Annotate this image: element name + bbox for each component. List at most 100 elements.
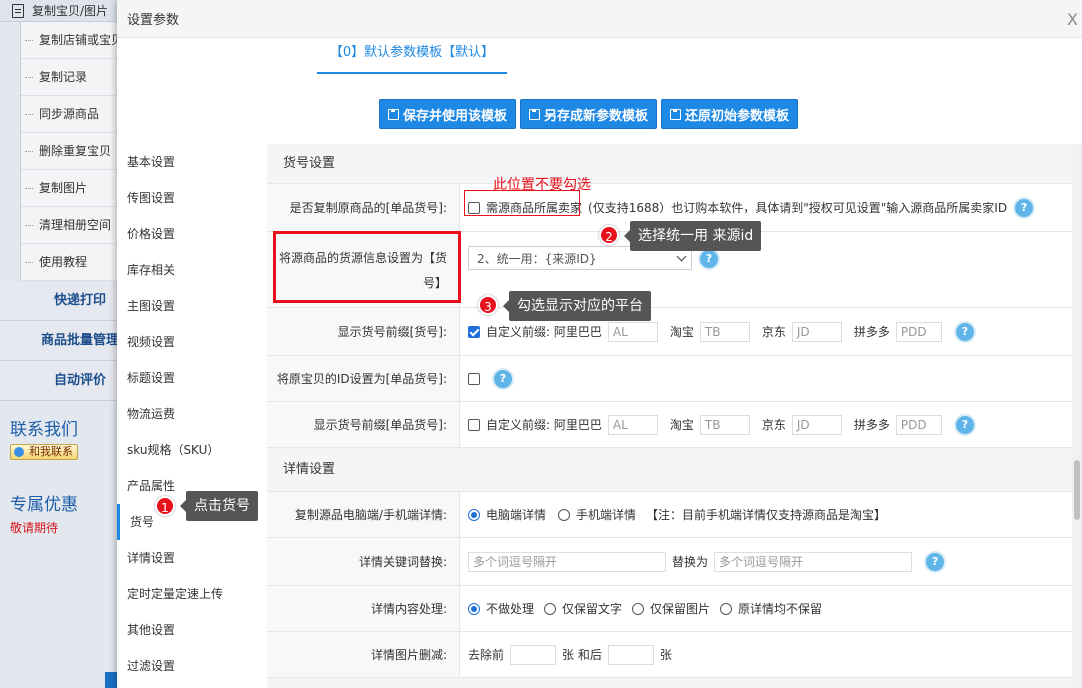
radio-no-process-label: 不做处理 xyxy=(486,602,535,616)
replacement-input[interactable]: 多个词逗号隔开 xyxy=(714,551,913,572)
prefix-tb-input[interactable]: TB xyxy=(699,321,750,342)
row-source-id: 将原宝贝的ID设置为[单品货号]: ? xyxy=(267,356,1072,402)
save-and-use-button[interactable]: 保存并使用该模板 xyxy=(379,99,517,129)
help-icon[interactable]: ? xyxy=(1013,196,1036,219)
section-title-detail: 详情设置 xyxy=(267,448,1072,492)
prefix-label: 自定义前缀: 阿里巴巴 xyxy=(486,418,602,432)
trim-back-input[interactable] xyxy=(607,644,654,665)
annotation-step2-tip: 选择统一用 来源id xyxy=(623,221,762,251)
tab-default-template[interactable]: 【0】默认参数模板【默认】 xyxy=(317,38,507,74)
platform-taobao-label: 淘宝 xyxy=(669,325,694,339)
menu-express-print[interactable]: 快递打印 xyxy=(0,281,120,321)
radio-text-only-label: 仅保留文字 xyxy=(562,602,623,616)
trim-mid: 张 和后 xyxy=(562,648,602,662)
annotation-note-top: 此位置不要勾选 xyxy=(493,177,591,193)
prefix-tb-input[interactable]: TB xyxy=(699,414,750,435)
copy-doc-icon xyxy=(12,3,24,18)
platform-jd-label: 京东 xyxy=(761,418,786,432)
help-icon[interactable]: ? xyxy=(953,413,976,436)
row-label: 将源商品的货源信息设置为【货 号】 xyxy=(267,232,460,307)
nav-item-stock[interactable]: 库存相关 xyxy=(117,252,267,288)
nav-item-price[interactable]: 价格设置 xyxy=(117,216,267,252)
source-label-line2: 号】 xyxy=(422,275,447,290)
keyword-input[interactable]: 多个词逗号隔开 xyxy=(468,551,666,572)
submenu-item[interactable]: 复制图片 xyxy=(21,170,120,207)
prefix-al-input[interactable]: AL xyxy=(607,414,658,435)
row-detail-image-trim: 详情图片删减: 去除前 张 和后 张 xyxy=(267,632,1072,678)
nav-item-scheduled-upload[interactable]: 定时定量定速上传 xyxy=(117,576,267,612)
row-show-prefix-single: 显示货号前缀[单品货号]: 自定义前缀: 阿里巴巴 AL 淘宝 TB 京东 JD… xyxy=(267,402,1072,448)
platform-pdd-label: 拼多多 xyxy=(853,418,890,432)
app-sidebar: 复制宝贝/图片 复制店铺或宝贝 复制记录 同步源商品 删除重复宝贝 复制图片 清… xyxy=(0,0,120,688)
section-title-huohao: 货号设置 xyxy=(267,144,1072,184)
close-icon[interactable]: X xyxy=(1067,10,1078,29)
content-scrollbar[interactable] xyxy=(1072,144,1082,688)
submenu-item[interactable]: 删除重复宝贝 xyxy=(21,133,120,170)
submenu-item[interactable]: 复制记录 xyxy=(21,59,120,96)
nav-item-shipping[interactable]: 物流运费 xyxy=(117,396,267,432)
help-icon[interactable]: ? xyxy=(924,550,947,573)
annotation-step1-badge: 1 xyxy=(155,496,175,516)
modal-header: 设置参数 X xyxy=(117,0,1082,38)
radio-mobile-detail[interactable] xyxy=(558,508,571,521)
radio-image-only-label: 仅保留图片 xyxy=(650,602,711,616)
radio-text-only[interactable] xyxy=(544,602,557,615)
show-prefix-checkbox[interactable] xyxy=(468,325,480,338)
template-actions: 保存并使用该模板 另存成新参数模板 还原初始参数模板 xyxy=(379,99,799,129)
nav-item-upload-image[interactable]: 传图设置 xyxy=(117,180,267,216)
row-value: 电脑端详情 手机端详情 【注：目前手机端详情仅支持源商品是淘宝】 xyxy=(460,492,1072,537)
help-icon[interactable]: ? xyxy=(492,367,514,390)
contact-button[interactable]: 和我联系 xyxy=(10,444,78,460)
copy-submenu: 复制店铺或宝贝 复制记录 同步源商品 删除重复宝贝 复制图片 清理相册空间 使用… xyxy=(20,22,120,281)
seller-checkbox[interactable] xyxy=(468,201,480,214)
save-icon xyxy=(388,108,399,120)
show-prefix-single-checkbox[interactable] xyxy=(468,418,480,431)
copy-menu-header[interactable]: 复制宝贝/图片 xyxy=(0,0,120,22)
annotation-step1-tip: 点击货号 xyxy=(180,491,258,521)
scrollbar-thumb[interactable] xyxy=(1074,460,1080,520)
radio-no-process[interactable] xyxy=(468,602,480,615)
nav-item-basic[interactable]: 基本设置 xyxy=(117,144,267,180)
submenu-item[interactable]: 使用教程 xyxy=(21,244,120,281)
row-label: 详情图片删减: xyxy=(267,632,460,677)
help-icon[interactable]: ? xyxy=(698,248,720,270)
prefix-pdd-input[interactable]: PDD xyxy=(895,414,942,435)
nav-item-title[interactable]: 标题设置 xyxy=(117,360,267,396)
trim-front-input[interactable] xyxy=(510,644,557,665)
nav-item-main-image[interactable]: 主图设置 xyxy=(117,288,267,324)
nav-item-sku[interactable]: sku规格（SKU） xyxy=(117,432,267,468)
settings-modal: 设置参数 X 【0】默认参数模板【默认】 保存并使用该模板 另存成新参数模板 还… xyxy=(117,0,1082,688)
prefix-jd-input[interactable]: JD xyxy=(791,321,842,342)
nav-item-filter[interactable]: 过滤设置 xyxy=(117,648,267,684)
save-as-new-button[interactable]: 另存成新参数模板 xyxy=(520,99,658,129)
submenu-item[interactable]: 复制店铺或宝贝 xyxy=(21,22,120,59)
row-label: 详情关键词替换: xyxy=(267,538,460,585)
menu-auto-review[interactable]: 自动评价 xyxy=(0,361,120,401)
radio-image-only[interactable] xyxy=(632,602,645,615)
save-as-new-label: 另存成新参数模板 xyxy=(544,108,649,124)
row-keyword-replace: 详情关键词替换: 多个词逗号隔开 替换为 多个词逗号隔开 ? xyxy=(267,538,1072,586)
radio-pc-detail[interactable] xyxy=(468,508,480,521)
nav-item-video[interactable]: 视频设置 xyxy=(117,324,267,360)
nav-item-detail[interactable]: 详情设置 xyxy=(117,540,267,576)
submenu-item[interactable]: 清理相册空间 xyxy=(21,207,120,244)
restore-default-button[interactable]: 还原初始参数模板 xyxy=(661,99,799,129)
annotation-step3-badge: 3 xyxy=(478,295,498,315)
submenu-item[interactable]: 同步源商品 xyxy=(21,96,120,133)
prefix-pdd-input[interactable]: PDD xyxy=(895,321,942,342)
prefix-label: 自定义前缀: 阿里巴巴 xyxy=(486,325,602,339)
prefix-al-input[interactable]: AL xyxy=(607,321,658,342)
prefix-jd-input[interactable]: JD xyxy=(791,414,842,435)
help-icon[interactable]: ? xyxy=(953,320,976,343)
save-icon xyxy=(670,108,682,120)
source-id-checkbox[interactable] xyxy=(468,372,480,385)
chevron-down-icon xyxy=(676,251,687,261)
row-label: 是否复制原商品的[单品货号]: xyxy=(267,184,460,231)
row-detail-source: 复制源品电脑端/手机端详情: 电脑端详情 手机端详情 【注：目前手机端详情仅支持… xyxy=(267,492,1072,538)
radio-keep-none[interactable] xyxy=(720,602,733,615)
save-icon xyxy=(529,108,541,120)
nav-item-other[interactable]: 其他设置 xyxy=(117,612,267,648)
menu-batch-manage[interactable]: 商品批量管理 xyxy=(0,321,120,361)
row-detail-content: 详情内容处理: 不做处理 仅保留文字 仅保留图片 原详情均不保留 xyxy=(267,586,1072,632)
seller-note: (仅支持1688）也订购本软件，具体请到"授权可见设置"输入源商品所属卖家ID xyxy=(588,201,1008,215)
